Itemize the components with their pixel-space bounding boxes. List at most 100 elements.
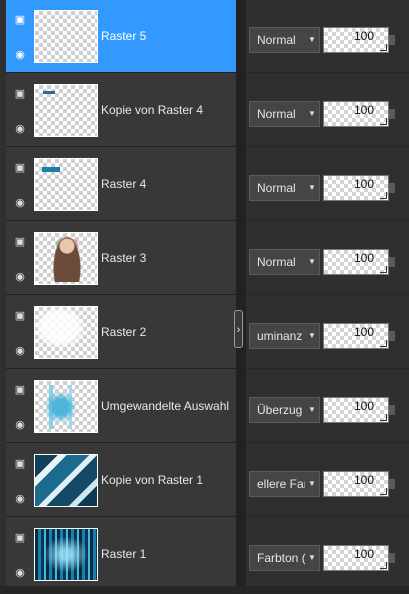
layer-group-icon[interactable]: ▣ <box>13 531 27 545</box>
chevron-down-icon[interactable]: ▼ <box>305 472 319 496</box>
opacity-value: 100 <box>353 29 374 43</box>
layer-row[interactable]: ▣ ◉ Raster 1 <box>6 518 236 591</box>
thumbnail-content <box>53 236 81 282</box>
layer-name[interactable]: Umgewandelte Auswahl <box>101 399 231 413</box>
layer-name[interactable]: Raster 3 <box>101 251 231 265</box>
resize-grip-icon <box>380 488 387 495</box>
opacity-field[interactable]: 100 <box>323 27 389 53</box>
layer-group-icon[interactable]: ▣ <box>13 161 27 175</box>
thumbnail-content <box>42 167 60 172</box>
resize-grip-icon <box>380 266 387 273</box>
opacity-field[interactable]: 100 <box>323 101 389 127</box>
opacity-scroll-knob[interactable] <box>389 479 395 489</box>
layer-group-icon[interactable]: ▣ <box>13 383 27 397</box>
layer-name[interactable]: Raster 2 <box>101 325 231 339</box>
chevron-down-icon[interactable]: ▼ <box>305 398 319 422</box>
resize-grip-icon <box>380 192 387 199</box>
blend-mode-select[interactable]: Normal ▼ <box>249 27 320 53</box>
opacity-scroll-knob[interactable] <box>389 331 395 341</box>
layer-group-icon[interactable]: ▣ <box>13 87 27 101</box>
thumbnail-content <box>39 385 93 429</box>
opacity-field[interactable]: 100 <box>323 175 389 201</box>
layer-name[interactable]: Kopie von Raster 4 <box>101 103 231 117</box>
eye-icon[interactable]: ◉ <box>13 270 27 284</box>
splitter-handle[interactable]: › <box>234 310 243 348</box>
blend-mode-value: Überzug <box>257 403 303 417</box>
layer-controls: ellere Farb ▼ 100 <box>246 444 409 517</box>
layer-group-icon[interactable]: ▣ <box>13 309 27 323</box>
eye-icon[interactable]: ◉ <box>13 566 27 580</box>
layer-row[interactable]: ▣ ◉ Raster 2 <box>6 296 236 369</box>
layer-controls: Überzug ▼ 100 <box>246 370 409 443</box>
eye-icon[interactable]: ◉ <box>13 196 27 210</box>
panel-divider <box>236 0 246 594</box>
layer-group-icon[interactable]: ▣ <box>13 457 27 471</box>
blend-mode-select[interactable]: uminanz (\ ▼ <box>249 323 320 349</box>
thumbnail-content <box>35 529 97 580</box>
opacity-scroll-knob[interactable] <box>389 183 395 193</box>
blend-mode-value: Normal <box>257 181 296 195</box>
eye-icon[interactable]: ◉ <box>13 344 27 358</box>
bottom-strip <box>0 586 409 594</box>
layer-controls: Normal ▼ 100 <box>246 148 409 221</box>
layer-group-icon[interactable]: ▣ <box>13 235 27 249</box>
thumbnail-content <box>35 455 97 506</box>
opacity-scroll-knob[interactable] <box>389 109 395 119</box>
layer-controls: Farbton (V) ▼ 100 <box>246 518 409 591</box>
opacity-scroll-knob[interactable] <box>389 405 395 415</box>
layer-thumbnail <box>34 528 98 581</box>
layer-name[interactable]: Raster 1 <box>101 547 231 561</box>
opacity-field[interactable]: 100 <box>323 323 389 349</box>
opacity-value: 100 <box>353 473 374 487</box>
layer-controls: Normal ▼ 100 <box>246 222 409 295</box>
blend-mode-select[interactable]: Normal ▼ <box>249 101 320 127</box>
layer-row[interactable]: ▣ ◉ Raster 3 <box>6 222 236 295</box>
layer-thumbnail <box>34 232 98 285</box>
blend-mode-value: Normal <box>257 107 296 121</box>
opacity-field[interactable]: 100 <box>323 249 389 275</box>
opacity-field[interactable]: 100 <box>323 471 389 497</box>
blend-mode-select[interactable]: Normal ▼ <box>249 175 320 201</box>
chevron-down-icon[interactable]: ▼ <box>305 28 319 52</box>
opacity-scroll-knob[interactable] <box>389 257 395 267</box>
opacity-value: 100 <box>353 399 374 413</box>
opacity-scroll-knob[interactable] <box>389 35 395 45</box>
blend-mode-select[interactable]: Überzug ▼ <box>249 397 320 423</box>
eye-icon[interactable]: ◉ <box>13 418 27 432</box>
chevron-down-icon[interactable]: ▼ <box>305 176 319 200</box>
opacity-value: 100 <box>353 547 374 561</box>
eye-icon[interactable]: ◉ <box>13 122 27 136</box>
layer-thumbnail <box>34 380 98 433</box>
chevron-down-icon[interactable]: ▼ <box>305 250 319 274</box>
layer-row[interactable]: ▣ ◉ Umgewandelte Auswahl <box>6 370 236 443</box>
layer-row[interactable]: ▣ ◉ Kopie von Raster 4 <box>6 74 236 147</box>
blend-mode-select[interactable]: Normal ▼ <box>249 249 320 275</box>
chevron-down-icon[interactable]: ▼ <box>305 102 319 126</box>
layer-row[interactable]: ▣ ◉ Raster 4 <box>6 148 236 221</box>
resize-grip-icon <box>380 562 387 569</box>
layer-row[interactable]: ▣ ◉ Kopie von Raster 1 <box>6 444 236 517</box>
layer-thumbnail <box>34 454 98 507</box>
opacity-value: 100 <box>353 251 374 265</box>
layer-row[interactable]: ▣ ◉ Raster 5 <box>6 0 236 73</box>
eye-icon[interactable]: ◉ <box>13 48 27 62</box>
layer-controls: Normal ▼ 100 <box>246 0 409 73</box>
resize-grip-icon <box>380 118 387 125</box>
layer-name[interactable]: Raster 5 <box>101 29 231 43</box>
blend-mode-select[interactable]: ellere Farb ▼ <box>249 471 320 497</box>
opacity-field[interactable]: 100 <box>323 397 389 423</box>
resize-grip-icon <box>380 44 387 51</box>
opacity-field[interactable]: 100 <box>323 545 389 571</box>
layer-name[interactable]: Raster 4 <box>101 177 231 191</box>
eye-icon[interactable]: ◉ <box>13 492 27 506</box>
chevron-down-icon[interactable]: ▼ <box>305 324 319 348</box>
resize-grip-icon <box>380 340 387 347</box>
layer-name[interactable]: Kopie von Raster 1 <box>101 473 231 487</box>
blend-mode-value: Normal <box>257 33 296 47</box>
layer-controls: Normal ▼ 100 <box>246 74 409 147</box>
layer-group-icon[interactable]: ▣ <box>13 13 27 27</box>
blend-mode-value: Normal <box>257 255 296 269</box>
opacity-scroll-knob[interactable] <box>389 553 395 563</box>
chevron-down-icon[interactable]: ▼ <box>305 546 319 570</box>
blend-mode-select[interactable]: Farbton (V) ▼ <box>249 545 320 571</box>
